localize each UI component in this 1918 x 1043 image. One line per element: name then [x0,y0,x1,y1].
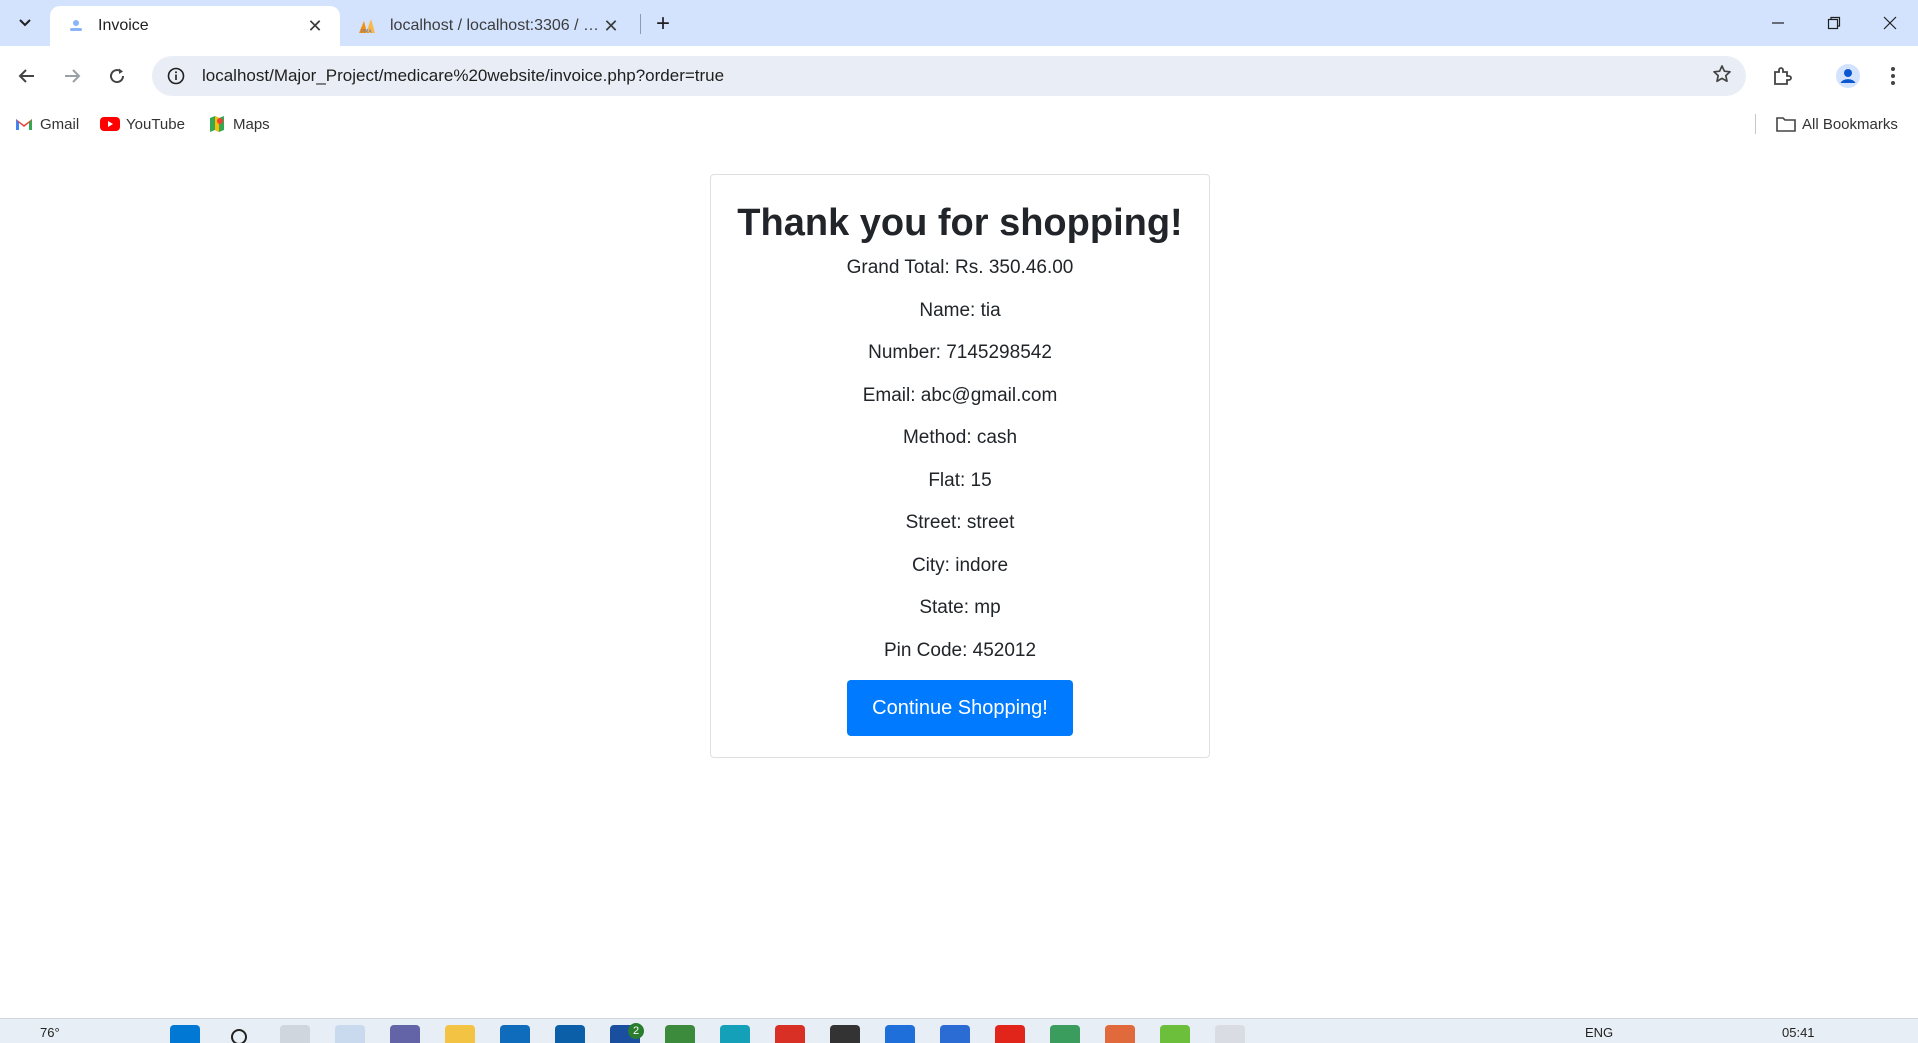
bookmark-label: Maps [233,115,270,133]
app-icon[interactable] [555,1025,585,1043]
payment-method: Method: cash [902,427,1018,449]
bookmark-gmail[interactable]: Gmail [14,112,79,136]
language-indicator[interactable]: ENG [1585,1025,1613,1040]
tab-title: localhost / localhost:3306 / pha [390,17,600,34]
browser-toolbar: localhost/Major_Project/medicare%20websi… [0,46,1918,106]
thank-you-heading: Thank you for shopping! [737,202,1183,244]
terminal-icon[interactable] [830,1025,860,1043]
app-icon[interactable] [885,1025,915,1043]
clock-time[interactable]: 05:41 [1782,1025,1815,1040]
notepad-icon[interactable] [1215,1025,1245,1043]
bookmark-maps[interactable]: Maps [207,112,270,136]
youtube-icon [100,115,120,133]
app-icon[interactable] [1270,1025,1300,1043]
customer-name: Name: tia [919,299,1001,321]
gmail-icon [14,115,34,133]
back-button[interactable] [9,58,45,94]
task-view-icon[interactable] [280,1025,310,1043]
close-tab-icon[interactable]: ✕ [304,15,326,37]
opera-icon[interactable] [995,1025,1025,1043]
close-tab-icon[interactable]: ✕ [600,15,622,37]
file-explorer-icon[interactable] [445,1025,475,1043]
bookmark-label: YouTube [126,115,185,133]
minimize-button[interactable] [1750,0,1806,46]
grand-total: Grand Total: Rs. 350.46.00 [846,257,1074,279]
site-info-icon[interactable] [156,56,196,96]
maps-icon [207,115,227,133]
start-icon[interactable] [170,1025,200,1043]
all-bookmarks-button[interactable]: All Bookmarks [1776,112,1898,136]
bookmarks-bar: Gmail YouTube Maps All Bookmarks [0,106,1918,142]
url-text: localhost/Major_Project/medicare%20websi… [202,66,725,85]
tab-strip: Invoice ✕ PMA localhost / localhost:3306… [0,0,1918,46]
folder-icon [1776,115,1796,133]
restore-button[interactable] [1806,0,1862,46]
edge-icon[interactable] [720,1025,750,1043]
app-icon[interactable] [1160,1025,1190,1043]
close-window-button[interactable] [1862,0,1918,46]
svg-text:PMA: PMA [361,29,372,34]
new-tab-button[interactable]: + [648,9,678,39]
reload-button[interactable] [99,58,135,94]
store-icon[interactable] [500,1025,530,1043]
invoice-card: Thank you for shopping! Grand Total: Rs.… [710,174,1210,758]
more-menu-icon[interactable] [1875,58,1911,94]
address-pin-code: Pin Code: 452012 [883,639,1037,661]
bookmarks-divider [1755,114,1756,134]
notification-badge: 2 [628,1023,644,1039]
continue-shopping-button[interactable]: Continue Shopping! [847,680,1073,736]
weather-temperature[interactable]: 76° [40,1025,60,1040]
forward-button[interactable] [54,58,90,94]
bookmark-label: Gmail [40,115,80,133]
tab-title: Invoice [98,17,149,34]
bookmark-star-icon[interactable] [1712,64,1732,90]
chevron-down-icon [18,15,32,32]
phpmyadmin-favicon-icon: PMA [358,16,378,36]
address-flat: Flat: 15 [928,469,992,491]
tab-phpmyadmin[interactable]: PMA localhost / localhost:3306 / pha ✕ [346,6,636,46]
app-icon[interactable] [1105,1025,1135,1043]
tab-search-button[interactable] [10,8,40,38]
invoice-details: Grand Total: Rs. 350.46.00 Name: tia Num… [711,247,1209,672]
bookmark-youtube[interactable]: YouTube [100,112,185,136]
search-icon[interactable] [225,1025,255,1043]
all-bookmarks-label: All Bookmarks [1802,115,1898,133]
page-favicon-icon [66,16,86,36]
customer-email: Email: abc@gmail.com [862,384,1058,406]
app-icon[interactable] [1050,1025,1080,1043]
tab-invoice[interactable]: Invoice ✕ [50,6,340,46]
app-icon[interactable] [665,1025,695,1043]
teams-icon[interactable] [390,1025,420,1043]
calendar-icon[interactable] [940,1025,970,1043]
app-with-badge-icon[interactable]: 2 [610,1023,644,1043]
address-bar[interactable]: localhost/Major_Project/medicare%20websi… [152,56,1746,96]
customer-number: Number: 7145298542 [868,342,1052,364]
address-street: Street: street [905,512,1015,534]
profile-avatar-icon[interactable] [1830,58,1866,94]
address-state: State: mp [919,597,1001,619]
chrome-taskbar-icon[interactable] [335,1025,365,1043]
gmail-taskbar-icon[interactable] [775,1025,805,1043]
windows-taskbar: 76° 2 ENG 05:41 [0,1018,1918,1043]
tab-separator [640,14,641,34]
extensions-icon[interactable] [1764,58,1800,94]
address-city: City: indore [911,554,1009,576]
